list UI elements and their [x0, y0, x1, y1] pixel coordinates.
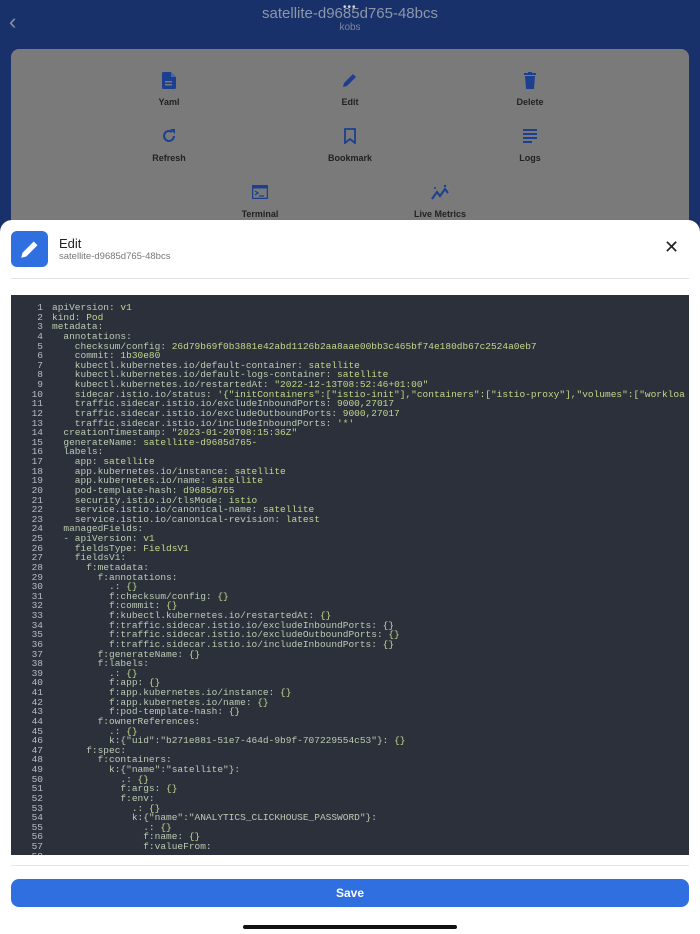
pencil-icon: [290, 69, 410, 91]
action-edit[interactable]: Edit: [290, 69, 410, 107]
line-number: 58: [11, 851, 43, 855]
code-line: k:{"uid":"b271e881-51e7-464d-9b9f-707229…: [52, 735, 406, 747]
terminal-icon: [200, 181, 320, 203]
home-indicator: [243, 925, 457, 929]
line-numbers: 1 2 3 4 5 6 7 8 9 10 11 12 13 14 15 16 17 18 19 20 21 22 23 24 2…: [11, 303, 43, 855]
code-line: service.istio.io/canonical-revision: lat…: [52, 513, 320, 525]
code-line: f:ownerReferences:: [52, 715, 201, 727]
yaml-editor[interactable]: 1 2 3 4 5 6 7 8 9 10 11 12 13 14 15 16 17 18 19 20 21 22 23 24 2…: [11, 295, 689, 855]
edit-sheet: Edit satellite-d9685d765-48bcs ✕ 1234567…: [0, 220, 700, 934]
code-line: fieldsType: FieldsV1: [52, 542, 189, 554]
code-line: kind: Pod: [52, 311, 104, 323]
action-terminal[interactable]: Terminal: [200, 181, 320, 219]
code-line: f:labels:: [52, 658, 149, 670]
page-title: satellite-d9685d765-48bcs: [262, 5, 438, 22]
sparkline-icon: [380, 181, 500, 203]
file-icon: [109, 69, 229, 91]
code-line: metadata:: [52, 321, 104, 333]
action-logs[interactable]: Logs: [470, 125, 590, 163]
divider: [11, 278, 689, 279]
list-icon: [470, 125, 590, 147]
action-live-metrics[interactable]: Live Metrics: [380, 181, 500, 219]
divider: [11, 865, 689, 866]
actions-card: Yaml Edit Delete Refresh Bookmark Logs T…: [11, 49, 689, 249]
page-subtitle: kobs: [339, 22, 361, 33]
sheet-title: Edit: [59, 236, 82, 251]
pencil-icon: [11, 231, 48, 267]
action-yaml[interactable]: Yaml: [109, 69, 229, 107]
code-line: f:annotations:: [52, 571, 178, 583]
trash-icon: [470, 69, 590, 91]
code-line: apiVersion: v1: [52, 302, 132, 313]
code-line: generateName: satellite-d9685d765-: [52, 436, 258, 448]
code-line: f:valueFrom:: [52, 841, 212, 852]
sheet-subtitle: satellite-d9685d765-48bcs: [59, 251, 171, 262]
action-bookmark[interactable]: Bookmark: [290, 125, 410, 163]
action-refresh[interactable]: Refresh: [109, 125, 229, 163]
bookmark-icon: [290, 125, 410, 147]
refresh-icon: [109, 125, 229, 147]
save-button[interactable]: Save: [11, 879, 689, 907]
close-icon[interactable]: ✕: [664, 237, 679, 258]
action-delete[interactable]: Delete: [470, 69, 590, 107]
code-lines[interactable]: apiVersion: v1 kind: Pod metadata: annotat…: [52, 303, 685, 852]
